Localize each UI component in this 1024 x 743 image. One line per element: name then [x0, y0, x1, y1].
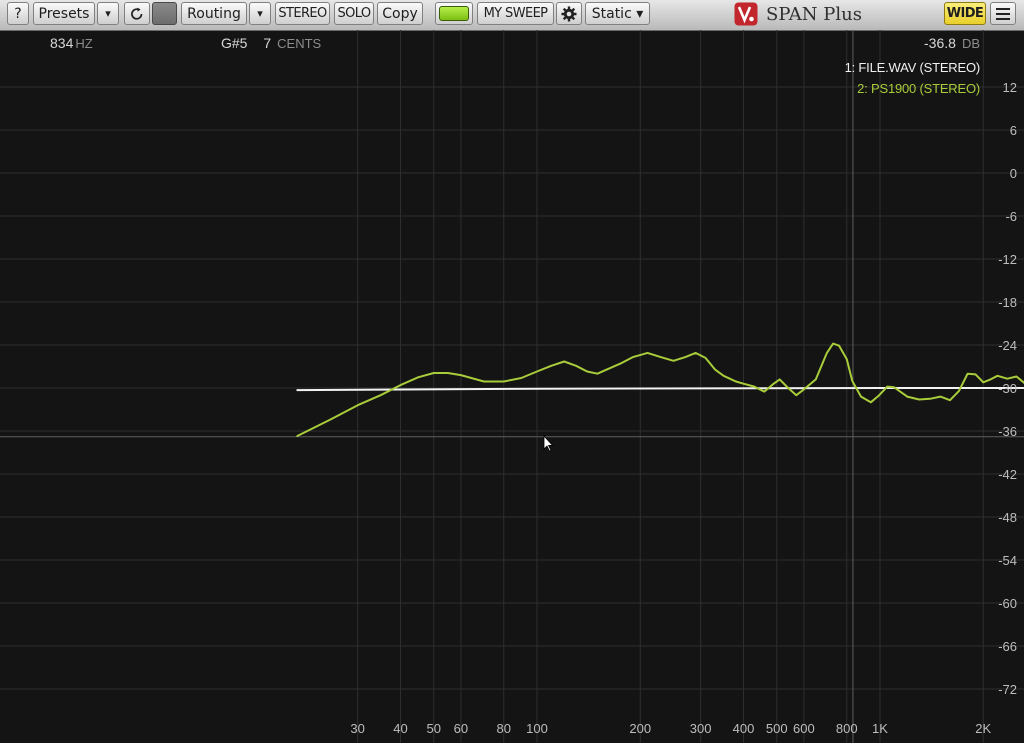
solo-button[interactable]: SOLO — [334, 2, 374, 25]
routing-button[interactable]: Routing — [181, 2, 247, 25]
frequency-value: 834 — [50, 35, 74, 51]
copy-button[interactable]: Copy — [377, 2, 423, 25]
y-tick-label-6: 6 — [1010, 123, 1017, 138]
x-tick-label-1K: 1K — [872, 721, 888, 736]
routing-dropdown-button[interactable]: ▾ — [249, 2, 271, 25]
static-mode-dropdown[interactable]: Static ▾ — [585, 2, 650, 25]
my-sweep-button[interactable]: MY SWEEP — [477, 2, 554, 25]
help-button[interactable]: ? — [7, 2, 29, 25]
note-readout: G#5 7 CENTS — [221, 35, 321, 51]
y-tick-label--6: -6 — [1005, 209, 1017, 224]
x-tick-label-60: 60 — [454, 721, 468, 736]
x-tick-label-800: 800 — [836, 721, 858, 736]
x-tick-label-500: 500 — [766, 721, 788, 736]
cents-unit: CENTS — [277, 36, 322, 51]
x-tick-label-100: 100 — [526, 721, 548, 736]
y-tick-label--66: -66 — [998, 639, 1017, 654]
y-tick-label--36: -36 — [998, 424, 1017, 439]
x-tick-label-50: 50 — [427, 721, 441, 736]
reset-icon — [131, 7, 143, 20]
y-tick-label--54: -54 — [998, 553, 1017, 568]
y-tick-label--18: -18 — [998, 295, 1017, 310]
level-value: -36.8 — [924, 35, 956, 51]
frequency-readout: 834 HZ — [50, 35, 93, 51]
product-name: SPAN Plus — [766, 3, 862, 25]
x-tick-label-80: 80 — [497, 721, 511, 736]
legend-item-ps1900[interactable]: 2: PS1900 (STEREO) — [857, 81, 980, 96]
stereo-button[interactable]: STEREO — [275, 2, 330, 25]
spectrum-chart[interactable]: 1260-6-12-18-24-30-36-42-48-54-60-66-72 … — [0, 30, 1024, 743]
x-tick-label-200: 200 — [629, 721, 651, 736]
y-tick-label--24: -24 — [998, 338, 1017, 353]
y-tick-label--72: -72 — [998, 682, 1017, 697]
y-tick-label--12: -12 — [998, 252, 1017, 267]
presets-dropdown-button[interactable]: ▾ — [97, 2, 119, 25]
legend-item-file-wav[interactable]: 1: FILE.WAV (STEREO) — [845, 60, 981, 75]
y-tick-label--30: -30 — [998, 381, 1017, 396]
main-menu-button[interactable] — [990, 2, 1016, 25]
presets-button[interactable]: Presets — [33, 2, 95, 25]
y-tick-label--42: -42 — [998, 467, 1017, 482]
y-tick-label-0: 0 — [1010, 166, 1017, 181]
brand: SPAN Plus — [734, 2, 862, 26]
level-unit: DB — [961, 36, 980, 51]
wide-button[interactable]: WIDE — [944, 2, 986, 25]
gear-icon — [561, 6, 577, 21]
x-tick-label-40: 40 — [393, 721, 407, 736]
y-tick-label--48: -48 — [998, 510, 1017, 525]
hamburger-menu-icon — [996, 7, 1010, 20]
x-tick-label-400: 400 — [733, 721, 755, 736]
y-tick-label-12: 12 — [1003, 80, 1017, 95]
series-ps1900-line — [296, 342, 1024, 437]
reset-button[interactable] — [124, 2, 150, 25]
settings-button[interactable] — [556, 2, 582, 25]
mouse-cursor-icon — [543, 434, 554, 452]
voxengo-logo-icon — [734, 2, 758, 26]
note-value: G#5 — [221, 35, 248, 51]
x-tick-label-2K: 2K — [975, 721, 991, 736]
cents-value: 7 — [263, 35, 272, 51]
span-plus-window: ? Presets ▾ Routing ▾ STEREO SOLO Copy M… — [0, 0, 1024, 743]
x-tick-label-600: 600 — [793, 721, 815, 736]
spectrum-enable-toggle[interactable] — [435, 2, 473, 25]
y-tick-label--60: -60 — [998, 596, 1017, 611]
toolbar: ? Presets ▾ Routing ▾ STEREO SOLO Copy M… — [0, 0, 1024, 31]
frequency-unit: HZ — [75, 36, 93, 51]
freeze-toggle[interactable] — [152, 2, 177, 25]
level-readout: -36.8 DB — [924, 35, 980, 51]
x-tick-label-300: 300 — [690, 721, 712, 736]
led-indicator — [439, 6, 469, 21]
x-tick-label-30: 30 — [350, 721, 364, 736]
